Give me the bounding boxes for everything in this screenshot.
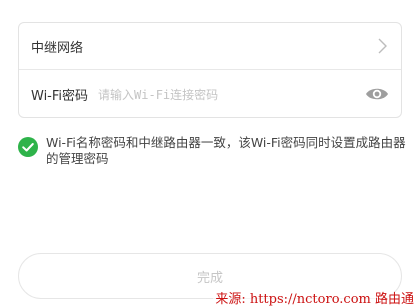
wifi-password-label: Wi-Fi密码 bbox=[31, 89, 89, 104]
relay-setup-page: 中继网络 Wi-Fi密码 Wi-Fi名称密码和中继路由器一致，该Wi-Fi密码同… bbox=[0, 0, 420, 308]
check-circle-icon[interactable] bbox=[18, 137, 38, 157]
chevron-right-icon bbox=[378, 38, 387, 54]
sync-password-text: Wi-Fi名称密码和中继路由器一致，该Wi-Fi密码同时设置成路由器的管理密码 bbox=[46, 135, 406, 166]
relay-network-row[interactable]: 中继网络 bbox=[19, 23, 401, 70]
wifi-password-input[interactable] bbox=[98, 87, 329, 102]
relay-network-label: 中继网络 bbox=[31, 40, 84, 56]
eye-icon[interactable] bbox=[365, 85, 389, 103]
sync-password-option[interactable]: Wi-Fi名称密码和中继路由器一致，该Wi-Fi密码同时设置成路由器的管理密码 bbox=[18, 135, 410, 167]
wifi-password-row: Wi-Fi密码 bbox=[19, 71, 401, 118]
watermark-text: 来源: https://nctoro.com 路由通 bbox=[213, 292, 416, 308]
settings-card: 中继网络 Wi-Fi密码 bbox=[18, 22, 402, 118]
